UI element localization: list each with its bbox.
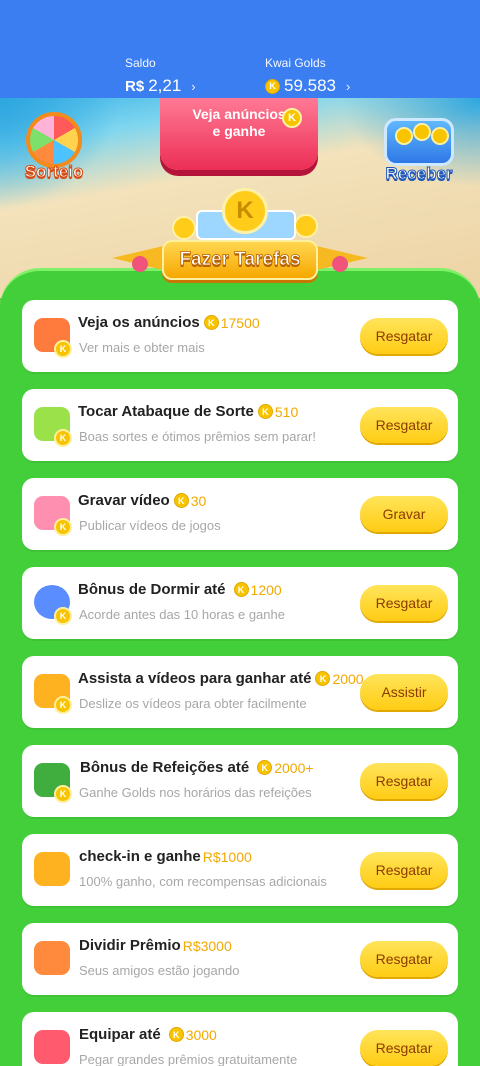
task-title: check-in e ganhe: [79, 848, 201, 865]
kwai-coin-icon: K: [173, 493, 189, 508]
task-reward: 17500: [220, 314, 260, 331]
task-card: K Gravar vídeo K 30 Publicar vídeos de jog…: [22, 478, 458, 550]
task-title: Veja os anúncios: [78, 314, 200, 331]
task-title: Dividir Prêmio: [79, 937, 181, 954]
task-subtitle: Ver mais e obter mais: [79, 340, 205, 355]
task-reward: 30: [190, 492, 207, 509]
kwai-coin-icon: K: [203, 315, 219, 330]
kwai-coin-icon: K: [315, 671, 331, 686]
saldo-label: Saldo: [125, 56, 156, 70]
chevron-right-icon: ›: [346, 78, 351, 94]
task-subtitle: 100% ganho, com recompensas adicionais: [79, 874, 327, 889]
task-reward: 3000: [185, 1026, 217, 1043]
task-card: Dividir Prêmio R$3000 Seus amigos estão j…: [22, 923, 458, 995]
task-subtitle: Publicar vídeos de jogos: [79, 518, 221, 533]
task-subtitle: Ganhe Golds nos horários das refeições: [79, 785, 312, 800]
task-reward: 1200: [250, 581, 282, 598]
task-subtitle: Acorde antes das 10 horas e ganhe: [79, 607, 285, 622]
sorteio-button[interactable]: Sorteio: [18, 110, 90, 182]
kwai-coin-icon: K: [222, 188, 268, 234]
receber-button[interactable]: Receber: [380, 118, 458, 184]
drum-icon: K: [30, 403, 76, 449]
moon-icon: K: [30, 581, 76, 627]
watch-ads-button[interactable]: Veja anúncios e ganhe K: [160, 98, 318, 170]
task-reward: 2000+: [274, 759, 314, 776]
kwai-coin-icon: K: [265, 78, 280, 94]
task-subtitle: Pegar grandes prêmios gratuitamente: [79, 1052, 298, 1066]
kwai-coin-icon: K: [257, 760, 273, 775]
task-card: check-in e ganhe R$1000 100% ganho, com r…: [22, 834, 458, 906]
saldo-value: 2,21: [148, 76, 182, 95]
kwai-coin-icon: K: [233, 582, 249, 597]
saldo-stat[interactable]: Saldo R$ 2,21 ›: [125, 56, 196, 96]
kwai-coin-icon: K: [168, 1027, 184, 1042]
prize-wheel-icon: [26, 112, 82, 168]
meal-box-icon: K: [30, 759, 76, 805]
task-card: K Assista a vídeos para ganhar até K 2000 …: [22, 656, 458, 728]
assistir-button[interactable]: Assistir: [360, 674, 448, 710]
resgatar-button[interactable]: Resgatar: [360, 318, 448, 354]
coin-treasure-icon: K: [172, 188, 322, 248]
task-card: K Veja os anúncios K 17500 Ver mais e obte…: [22, 300, 458, 372]
task-title: Bônus de Refeições até: [80, 759, 250, 776]
tv-icon: K: [30, 314, 76, 360]
resgatar-button[interactable]: Resgatar: [360, 941, 448, 977]
task-subtitle: Seus amigos estão jogando: [79, 963, 240, 978]
gloves-icon: [30, 1026, 76, 1066]
bird-icon: [332, 256, 348, 272]
resgatar-button[interactable]: Resgatar: [360, 407, 448, 443]
task-card: K Bônus de Dormir até K 1200 Acorde antes …: [22, 567, 458, 639]
task-title: Equipar até: [79, 1026, 161, 1043]
video-record-icon: K: [30, 492, 76, 538]
task-title: Gravar vídeo: [78, 492, 170, 509]
resgatar-button[interactable]: Resgatar: [360, 1030, 448, 1066]
fazer-tarefas-banner: Fazer Tarefas: [112, 240, 368, 284]
camera-icon: K: [30, 670, 76, 716]
gravar-button[interactable]: Gravar: [360, 496, 448, 532]
golds-label: Kwai Golds: [265, 56, 326, 70]
gift-icon: [30, 937, 76, 983]
task-reward: 2000: [332, 670, 364, 687]
task-card: K Bônus de Refeições até K 2000+ Ganhe Gol…: [22, 745, 458, 817]
resgatar-button[interactable]: Resgatar: [360, 852, 448, 888]
resgatar-button[interactable]: Resgatar: [360, 585, 448, 621]
calendar-icon: [30, 848, 76, 894]
task-title: Bônus de Dormir até: [78, 581, 226, 598]
banner-title: Fazer Tarefas: [179, 249, 301, 271]
coin-box-icon: [384, 118, 454, 166]
resgatar-button[interactable]: Resgatar: [360, 763, 448, 799]
task-title: Tocar Atabaque de Sorte: [78, 403, 254, 420]
task-reward: R$3000: [182, 937, 232, 954]
receber-label: Receber: [385, 164, 453, 184]
task-reward: 510: [274, 403, 299, 420]
kwai-coin-icon: K: [257, 404, 273, 419]
task-card: K Tocar Atabaque de Sorte K 510 Boas sorte…: [22, 389, 458, 461]
top-bar: Saldo R$ 2,21 › Kwai Golds K 59.583 ›: [0, 0, 480, 98]
sorteio-label: Sorteio: [24, 162, 84, 182]
chevron-right-icon: ›: [191, 78, 196, 94]
task-reward: R$1000: [202, 848, 252, 865]
saldo-currency: R$: [125, 77, 145, 95]
bird-icon: [132, 256, 148, 272]
kwai-golds-stat[interactable]: Kwai Golds K 59.583 ›: [265, 56, 350, 96]
task-subtitle: Deslize os vídeos para obter facilmente: [79, 696, 307, 711]
golds-value: 59.583: [284, 76, 336, 95]
kwai-coin-icon: K: [282, 108, 302, 128]
task-subtitle: Boas sortes e ótimos prêmios sem parar!: [79, 429, 316, 444]
task-title: Assista a vídeos para ganhar até: [78, 670, 312, 687]
task-card: Equipar até K 3000 Pegar grandes prêmios g…: [22, 1012, 458, 1066]
